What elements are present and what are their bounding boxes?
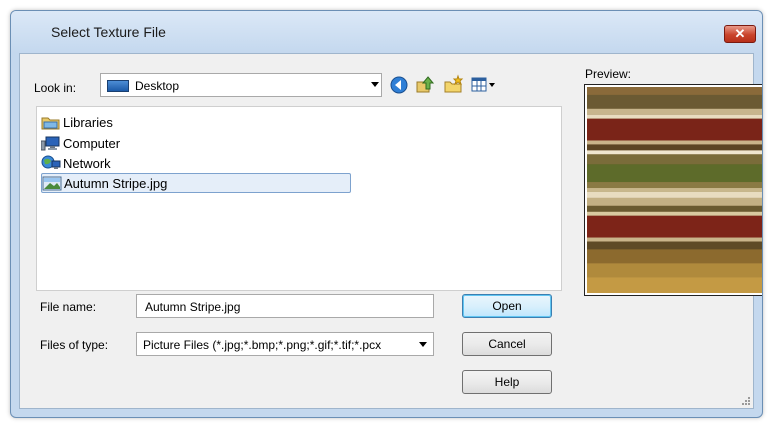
network-icon [41, 155, 61, 169]
file-name-input[interactable]: Autumn Stripe.jpg [136, 294, 434, 318]
file-name-label: File name: [40, 300, 97, 314]
open-button[interactable]: Open [462, 294, 552, 318]
image-file-icon [42, 176, 62, 191]
dialog-body: Look in: Desktop Libraries Computer Netw… [19, 53, 762, 409]
computer-icon [41, 136, 60, 151]
list-item-autumn-stripe[interactable]: Autumn Stripe.jpg [41, 173, 351, 193]
libraries-icon [41, 117, 60, 130]
files-of-type-value: Picture Files (*.jpg;*.bmp;*.png;*.gif;*… [143, 338, 382, 352]
list-item-label: Libraries [63, 114, 113, 130]
resize-grip-icon[interactable] [741, 396, 751, 406]
preview-label: Preview: [585, 67, 632, 81]
back-icon[interactable] [388, 74, 410, 96]
select-texture-dialog: Select Texture File ✕ Look in: Desktop L… [10, 10, 763, 418]
list-item-label: Computer [63, 135, 121, 151]
close-icon: ✕ [734, 26, 746, 41]
list-item-network[interactable]: Network [41, 153, 111, 173]
title-bar[interactable]: Select Texture File ✕ [11, 11, 762, 53]
help-button[interactable]: Help [462, 370, 552, 394]
file-list[interactable]: Libraries Computer Network Autumn Stripe… [36, 106, 562, 291]
files-of-type-label: Files of type: [40, 338, 109, 352]
cancel-button[interactable]: Cancel [462, 332, 552, 356]
view-menu-icon[interactable] [470, 74, 500, 96]
list-item-libraries[interactable]: Libraries [41, 112, 113, 132]
list-item-label: Autumn Stripe.jpg [64, 175, 168, 191]
look-in-dropdown[interactable]: Desktop [100, 73, 382, 97]
look-in-label: Look in: [34, 81, 77, 95]
desktop-icon [107, 80, 129, 92]
close-button[interactable]: ✕ [724, 25, 756, 43]
chevron-down-icon [419, 342, 427, 347]
list-item-label: Network [63, 155, 111, 171]
texture-preview-image [587, 87, 762, 293]
files-of-type-dropdown[interactable]: Picture Files (*.jpg;*.bmp;*.png;*.gif;*… [136, 332, 434, 356]
up-folder-icon[interactable] [414, 74, 436, 96]
preview-pane [584, 84, 762, 296]
new-folder-icon[interactable] [442, 74, 464, 96]
list-item-computer[interactable]: Computer [41, 133, 120, 153]
look-in-value: Desktop [135, 79, 180, 93]
window-title: Select Texture File [51, 24, 166, 40]
chevron-down-icon [371, 82, 379, 87]
